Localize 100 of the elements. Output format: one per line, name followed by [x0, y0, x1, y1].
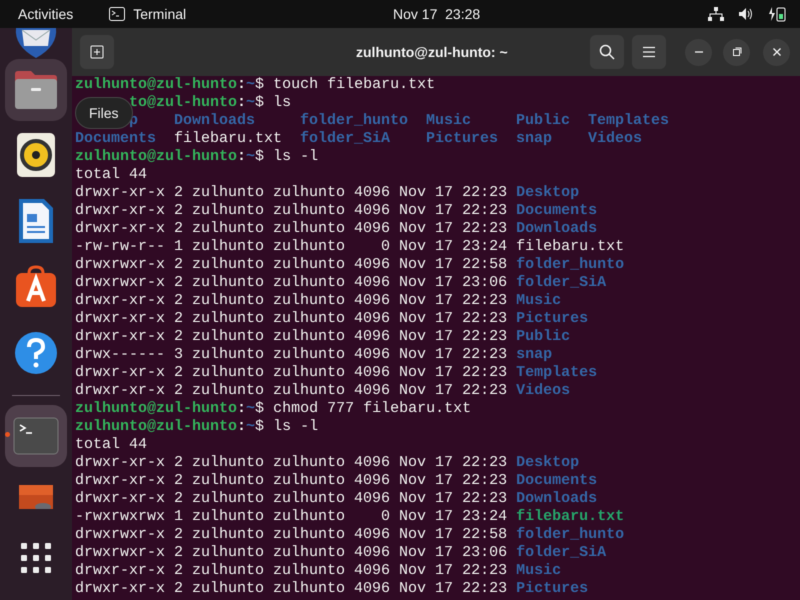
command-text: ls: [273, 94, 292, 112]
prompt-user: zulhunto@zul-hunto: [74, 76, 238, 94]
prompt-path: ~: [246, 418, 256, 436]
file-name: filebaru.txt: [516, 238, 624, 256]
minimize-button[interactable]: [685, 38, 712, 66]
plus-icon: [90, 45, 104, 59]
terminal-icon: [109, 7, 126, 21]
prompt-user: zulhunto@zul-hunto: [74, 148, 238, 166]
file-details: drwxr-xr-x 2 zulhunto zulhunto 4096 Nov 17 22:23: [75, 220, 508, 238]
file-details: drwxr-xr-x 2 zulhunto zulhunto 4096 Nov 17 22:23: [75, 292, 508, 310]
file-details: -rw-rw-r-- 1 zulhunto zulhunto 0 Nov 17 23:24: [75, 238, 508, 256]
file-details: drwxr-xr-x 2 zulhunto zulhunto 4096 Nov 17 22:23: [75, 184, 508, 202]
file-name: Desktop: [516, 454, 580, 472]
file-name: Downloads: [174, 112, 256, 129]
file-name: Pictures: [516, 580, 588, 598]
close-button[interactable]: [763, 38, 790, 66]
file-name: snap: [516, 130, 552, 147]
search-icon: [599, 44, 615, 60]
file-name: Documents: [516, 472, 598, 490]
menu-button[interactable]: [632, 35, 666, 69]
volume-icon[interactable]: [738, 7, 754, 21]
file-details: drwxr-xr-x 2 zulhunto zulhunto 4096 Nov 17 22:23: [75, 490, 508, 508]
file-details: drwxr-xr-x 2 zulhunto zulhunto 4096 Nov 17 22:23: [75, 202, 508, 220]
dock-item[interactable]: [5, 59, 67, 121]
file-details: drwxr-xr-x 2 zulhunto zulhunto 4096 Nov 17 22:23: [75, 580, 508, 598]
prompt-separator: :: [237, 94, 246, 112]
file-name: folder_SiA: [516, 544, 606, 562]
menu-icon: [642, 46, 656, 58]
prompt-path: ~: [246, 400, 256, 418]
clock[interactable]: Nov 17 23:28: [393, 4, 480, 24]
file-details: drwxr-xr-x 2 zulhunto zulhunto 4096 Nov 17 22:23: [75, 472, 508, 490]
output-text: total 44: [75, 436, 148, 453]
activities-button[interactable]: Activities: [18, 4, 74, 24]
file-name: folder_hunto: [300, 112, 408, 129]
file-name: Music: [516, 562, 562, 580]
file-details: drwxr-xr-x 2 zulhunto zulhunto 4096 Nov 17 22:23: [75, 562, 508, 580]
file-name: folder_SiA: [300, 130, 390, 147]
file-name: Desktop: [516, 184, 580, 202]
file-name: Music: [426, 112, 472, 129]
prompt-sign: $: [255, 76, 264, 94]
file-details: drwxr-xr-x 2 zulhunto zulhunto 4096 Nov 17 22:23: [75, 454, 508, 472]
prompt-user: zulhunto@zul-hunto: [74, 400, 238, 418]
file-name: Downloads: [516, 220, 598, 238]
command-text: touch filebaru.txt: [273, 76, 436, 94]
file-name: Public: [516, 328, 570, 346]
maximize-button[interactable]: [723, 38, 750, 66]
file-name: Music: [516, 292, 562, 310]
document-icon[interactable]: [18, 198, 54, 244]
file-name: Downloads: [516, 490, 598, 508]
file-name: Templates: [516, 364, 598, 382]
prompt-path: ~: [246, 76, 256, 94]
search-button[interactable]: [590, 35, 624, 69]
file-details: drwx------ 3 zulhunto zulhunto 4096 Nov 17 22:23: [75, 346, 508, 364]
file-name: Public: [516, 112, 570, 129]
running-indicator: [5, 432, 10, 437]
file-name: snap: [516, 346, 552, 364]
network-icon[interactable]: [708, 7, 724, 21]
prompt-path: ~: [246, 148, 256, 166]
file-details: drwxrwxr-x 2 zulhunto zulhunto 4096 Nov 17 23:06: [75, 544, 508, 562]
prompt-sign: $: [255, 94, 264, 112]
output-text: total 44: [75, 166, 148, 183]
file-details: -rwxrwxrwx 1 zulhunto zulhunto 0 Nov 17 23:24: [75, 508, 508, 526]
prompt-sign: $: [255, 418, 264, 436]
file-details: drwxrwxr-x 2 zulhunto zulhunto 4096 Nov 17 22:58: [75, 256, 508, 274]
file-name: filebaru.txt: [174, 130, 282, 147]
prompt-sign: $: [255, 148, 264, 166]
battery-icon[interactable]: [768, 6, 786, 22]
help-icon[interactable]: [14, 331, 58, 375]
file-name: Documents: [516, 202, 598, 220]
file-details: drwxrwxr-x 2 zulhunto zulhunto 4096 Nov 17 22:58: [75, 526, 508, 544]
file-name: Pictures: [516, 310, 588, 328]
restore-icon: [732, 47, 742, 57]
prompt-separator: :: [237, 76, 246, 94]
file-name: Videos: [588, 130, 642, 147]
file-name: Videos: [516, 382, 570, 400]
folder-icon[interactable]: [13, 70, 59, 110]
prompt-path: ~: [246, 94, 256, 112]
file-details: drwxrwxr-x 2 zulhunto zulhunto 4096 Nov 17 23:06: [75, 274, 508, 292]
file-name: Templates: [588, 112, 670, 129]
new-tab-button[interactable]: [80, 35, 114, 69]
file-name: folder_hunto: [516, 256, 624, 274]
file-details: drwxr-xr-x 2 zulhunto zulhunto 4096 Nov 17 22:23: [75, 382, 508, 400]
file-details: drwxr-xr-x 2 zulhunto zulhunto 4096 Nov 17 22:23: [75, 310, 508, 328]
app-name[interactable]: Terminal: [133, 4, 186, 24]
prompt-separator: :: [237, 148, 246, 166]
app-grid-icon[interactable]: [20, 542, 52, 574]
command-text: chmod 777 filebaru.txt: [273, 400, 472, 418]
file-name: folder_hunto: [516, 526, 624, 544]
close-icon: [772, 47, 782, 57]
minimize-icon: [694, 51, 704, 53]
command-text: ls -l: [273, 418, 318, 436]
file-name: folder_SiA: [516, 274, 606, 292]
prompt-sign: $: [255, 400, 264, 418]
shopping-bag-icon[interactable]: [14, 265, 58, 309]
file-name: Documents: [75, 130, 156, 147]
file-details: drwxr-xr-x 2 zulhunto zulhunto 4096 Nov 17 22:23: [75, 328, 508, 346]
command-text: ls -l: [273, 148, 318, 166]
speaker-icon[interactable]: [16, 132, 56, 178]
file-details: drwxr-xr-x 2 zulhunto zulhunto 4096 Nov 17 22:23: [75, 364, 508, 382]
file-name: Pictures: [426, 130, 498, 147]
